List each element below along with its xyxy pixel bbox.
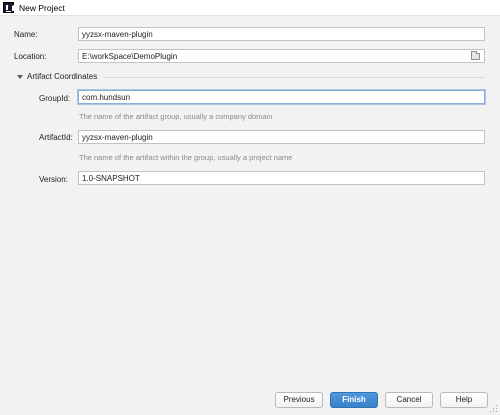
groupid-field[interactable]: com.hundsun (78, 90, 485, 104)
intellij-idea-icon (3, 2, 14, 13)
cancel-button[interactable]: Cancel (385, 392, 433, 408)
section-divider (105, 77, 485, 78)
title-bar: New Project (0, 0, 500, 16)
window-title: New Project (19, 3, 65, 13)
name-label: Name: (14, 30, 38, 39)
version-label: Version: (39, 175, 68, 184)
location-value: E:\workSpace\DemoPlugin (82, 52, 178, 61)
resize-grip-icon[interactable] (490, 405, 498, 413)
groupid-label: GroupId: (39, 94, 71, 103)
finish-button[interactable]: Finish (330, 392, 378, 408)
new-project-dialog: New Project Name: yyzsx-maven-plugin Loc… (0, 0, 500, 415)
name-field[interactable]: yyzsx-maven-plugin (78, 27, 485, 41)
groupid-hint: The name of the artifact group, usually … (79, 112, 273, 121)
location-field[interactable]: E:\workSpace\DemoPlugin (78, 49, 485, 63)
previous-button[interactable]: Previous (275, 392, 323, 408)
help-button[interactable]: Help (440, 392, 488, 408)
artifactid-hint: The name of the artifact within the grou… (79, 153, 293, 162)
location-label: Location: (14, 52, 47, 61)
artifactid-field[interactable]: yyzsx-maven-plugin (78, 130, 485, 144)
version-field[interactable]: 1.0-SNAPSHOT (78, 171, 485, 185)
artifactid-label: ArtifactId: (39, 133, 73, 142)
folder-icon[interactable] (471, 51, 480, 60)
section-title: Artifact Coordinates (27, 72, 98, 81)
triangle-down-icon (17, 75, 23, 79)
